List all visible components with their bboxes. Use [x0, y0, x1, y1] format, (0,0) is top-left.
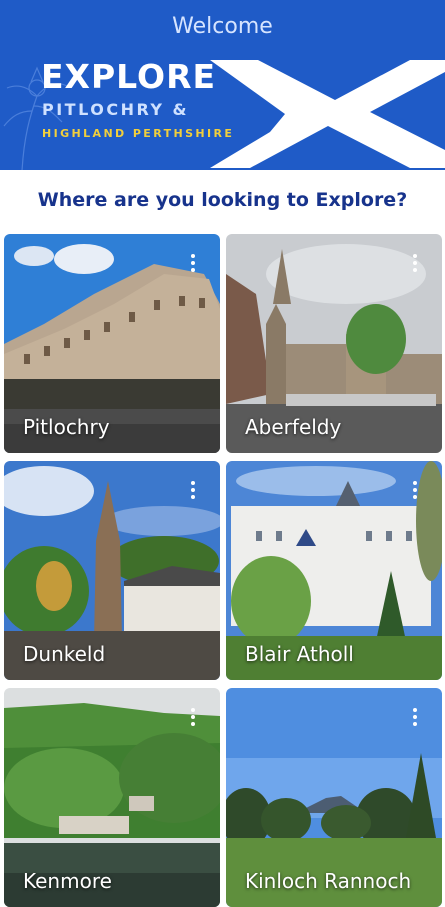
location-card-blair-atholl[interactable]: Blair Atholl: [226, 461, 442, 680]
location-card-kinloch-rannoch[interactable]: Kinloch Rannoch: [226, 688, 442, 907]
logo-highland-perthshire: HIGHLAND PERTHSHIRE: [42, 127, 235, 140]
explore-question: Where are you looking to Explore?: [37, 189, 408, 211]
welcome-title: Welcome: [172, 14, 273, 39]
more-vert-icon[interactable]: [191, 254, 195, 274]
more-vert-icon[interactable]: [413, 708, 417, 728]
location-name: Kenmore: [23, 869, 112, 893]
location-card-dunkeld[interactable]: Dunkeld: [4, 461, 220, 680]
more-vert-icon[interactable]: [413, 481, 417, 501]
location-name: Kinloch Rannoch: [245, 869, 412, 893]
saltire-flag: [210, 60, 445, 168]
location-name: Pitlochry: [23, 415, 110, 439]
logo-pitlochry: PITLOCHRY &: [42, 100, 190, 119]
more-vert-icon[interactable]: [191, 708, 195, 728]
location-card-kenmore[interactable]: Kenmore: [4, 688, 220, 907]
location-name: Blair Atholl: [245, 642, 354, 666]
location-card-pitlochry[interactable]: Pitlochry: [4, 234, 220, 453]
logo-explore: EXPLORE: [41, 57, 217, 96]
header-banner: Welcome EXPLORE PITLOCHRY & HIGHLAND PER…: [0, 0, 445, 170]
location-name: Aberfeldy: [245, 415, 342, 439]
more-vert-icon[interactable]: [191, 481, 195, 501]
location-name: Dunkeld: [23, 642, 106, 666]
location-card-aberfeldy[interactable]: Aberfeldy: [226, 234, 442, 453]
more-vert-icon[interactable]: [413, 254, 417, 274]
